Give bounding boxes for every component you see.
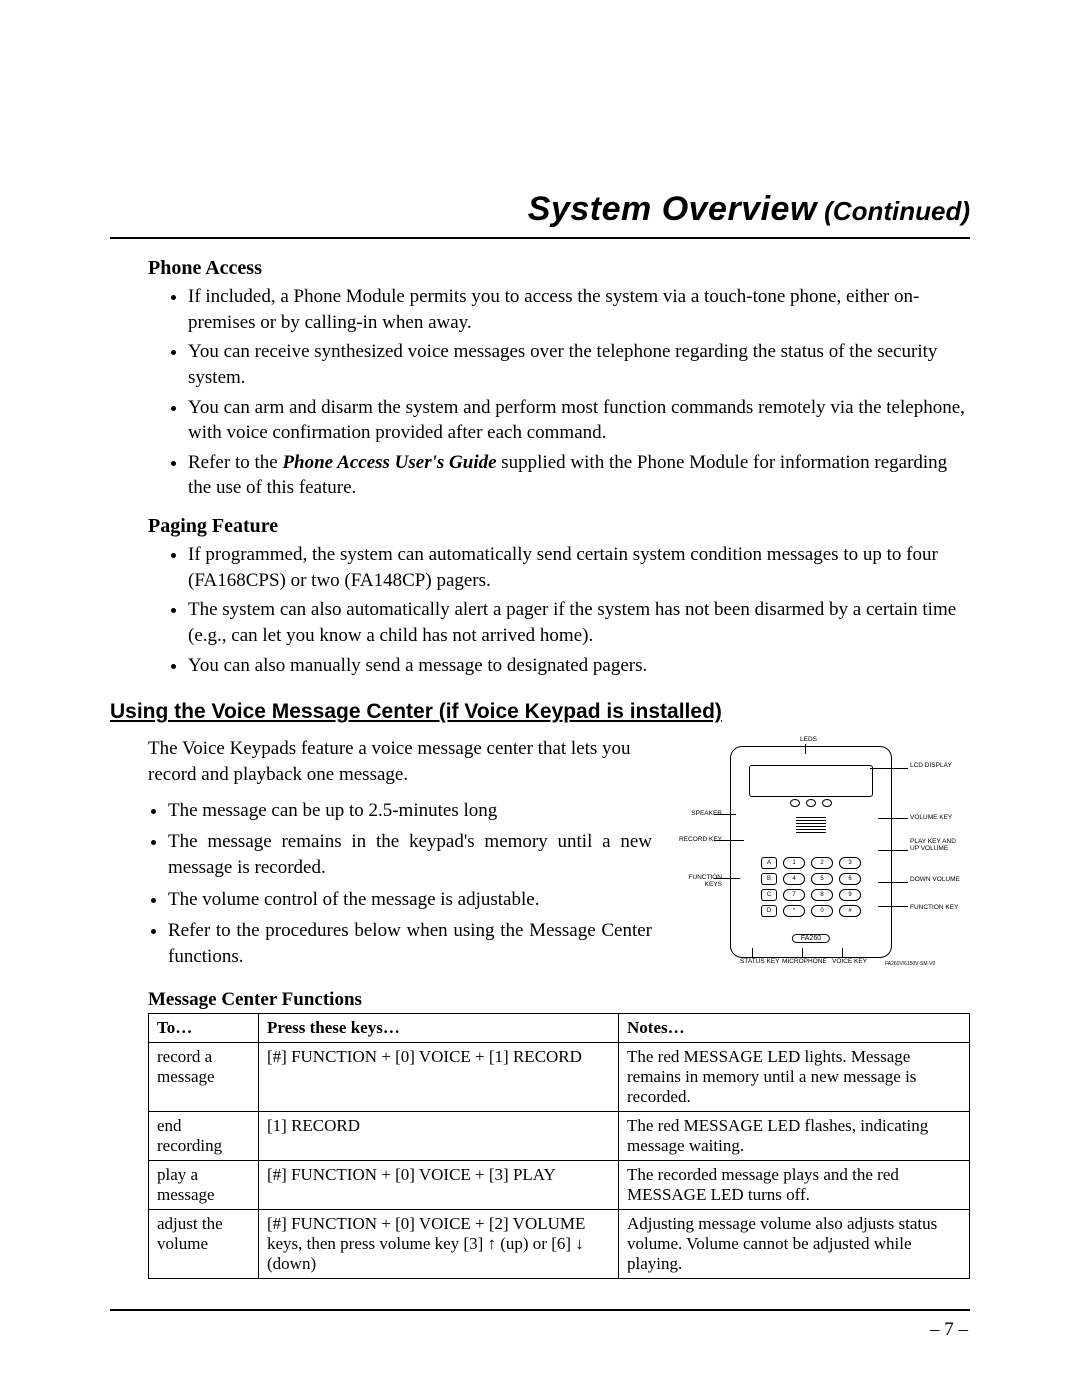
label-function-key: FUNCTION KEY bbox=[910, 904, 958, 911]
cell-to: end recording bbox=[149, 1112, 259, 1161]
list-item: Refer to the Phone Access User's Guide s… bbox=[188, 450, 970, 501]
label-status-key: STATUS KEY bbox=[740, 958, 780, 965]
label-down-volume: DOWN VOLUME bbox=[910, 876, 960, 883]
cell-notes: The recorded message plays and the red M… bbox=[619, 1161, 970, 1210]
cell-notes: The red MESSAGE LED lights. Message rema… bbox=[619, 1043, 970, 1112]
heading-voice-message-center: Using the Voice Message Center (if Voice… bbox=[110, 700, 970, 724]
cell-notes: Adjusting message volume also adjusts st… bbox=[619, 1210, 970, 1279]
cited-guide: Phone Access User's Guide bbox=[282, 452, 496, 473]
message-center-table: To… Press these keys… Notes… record a me… bbox=[148, 1013, 970, 1279]
list-item: Refer to the procedures below when using… bbox=[168, 918, 652, 969]
list-item: The message remains in the keypad's memo… bbox=[168, 829, 652, 880]
phone-access-list: If included, a Phone Module permits you … bbox=[188, 284, 970, 501]
vmc-intro: The Voice Keypads feature a voice messag… bbox=[148, 736, 652, 787]
col-header-keys: Press these keys… bbox=[259, 1014, 619, 1043]
list-item: You can receive synthesized voice messag… bbox=[188, 339, 970, 390]
label-voice-key: VOICE KEY bbox=[832, 958, 867, 965]
document-page: System Overview (Continued) Phone Access… bbox=[0, 0, 1080, 1397]
label-part-number: FA260V/6150V-SM-V0 bbox=[885, 962, 935, 968]
page-title: System Overview bbox=[528, 190, 817, 228]
label-leds: LEDS bbox=[800, 736, 817, 743]
label-volume-key: VOLUME KEY bbox=[910, 814, 952, 821]
cell-keys: [1] RECORD bbox=[259, 1112, 619, 1161]
table-row: play a message [#] FUNCTION + [0] VOICE … bbox=[149, 1161, 970, 1210]
cell-to: adjust the volume bbox=[149, 1210, 259, 1279]
heading-phone-access: Phone Access bbox=[148, 257, 970, 280]
keypad-body: A123 B456 C789 D*0# FA260 bbox=[730, 746, 892, 958]
heading-message-center-functions: Message Center Functions bbox=[148, 989, 970, 1011]
cell-to: play a message bbox=[149, 1161, 259, 1210]
table-header-row: To… Press these keys… Notes… bbox=[149, 1014, 970, 1043]
label-function-keys: FUNCTION KEYS bbox=[670, 874, 722, 888]
keypad-diagram: LEDS LCD DISPLAY SPEAKER RECORD KEY FUNC… bbox=[670, 736, 970, 971]
cell-keys: [#] FUNCTION + [0] VOICE + [1] RECORD bbox=[259, 1043, 619, 1112]
table-row: adjust the volume [#] FUNCTION + [0] VOI… bbox=[149, 1210, 970, 1279]
title-divider bbox=[110, 237, 970, 239]
list-item: If programmed, the system can automatica… bbox=[188, 542, 970, 593]
page-title-block: System Overview (Continued) bbox=[110, 190, 970, 229]
label-play-up: PLAY KEY AND UP VOLUME bbox=[910, 838, 960, 852]
vmc-list: The message can be up to 2.5-minutes lon… bbox=[168, 798, 652, 970]
cell-notes: The red MESSAGE LED flashes, indicating … bbox=[619, 1112, 970, 1161]
col-header-to: To… bbox=[149, 1014, 259, 1043]
table-row: end recording [1] RECORD The red MESSAGE… bbox=[149, 1112, 970, 1161]
list-item: If included, a Phone Module permits you … bbox=[188, 284, 970, 335]
cell-keys: [#] FUNCTION + [0] VOICE + [2] VOLUME ke… bbox=[259, 1210, 619, 1279]
list-item: You can also manually send a message to … bbox=[188, 653, 970, 679]
vmc-text-column: The Voice Keypads feature a voice messag… bbox=[110, 736, 652, 979]
page-number: – 7 – bbox=[110, 1319, 968, 1341]
heading-paging: Paging Feature bbox=[148, 515, 970, 538]
cell-keys: [#] FUNCTION + [0] VOICE + [3] PLAY bbox=[259, 1161, 619, 1210]
keypad-screen bbox=[749, 765, 873, 797]
cell-to: record a message bbox=[149, 1043, 259, 1112]
col-header-notes: Notes… bbox=[619, 1014, 970, 1043]
label-lcd: LCD DISPLAY bbox=[910, 762, 952, 769]
list-item: The system can also automatically alert … bbox=[188, 597, 970, 648]
list-item: The message can be up to 2.5-minutes lon… bbox=[168, 798, 652, 824]
table-row: record a message [#] FUNCTION + [0] VOIC… bbox=[149, 1043, 970, 1112]
label-microphone: MICROPHONE bbox=[782, 958, 827, 965]
list-item: You can arm and disarm the system and pe… bbox=[188, 395, 970, 446]
footer-divider bbox=[110, 1309, 970, 1311]
text: Refer to the bbox=[188, 452, 282, 473]
vmc-two-column: The Voice Keypads feature a voice messag… bbox=[110, 736, 970, 979]
list-item: The volume control of the message is adj… bbox=[168, 887, 652, 913]
paging-list: If programmed, the system can automatica… bbox=[188, 542, 970, 678]
page-title-continued: (Continued) bbox=[817, 196, 970, 226]
keypad-model-badge: FA260 bbox=[792, 934, 830, 943]
